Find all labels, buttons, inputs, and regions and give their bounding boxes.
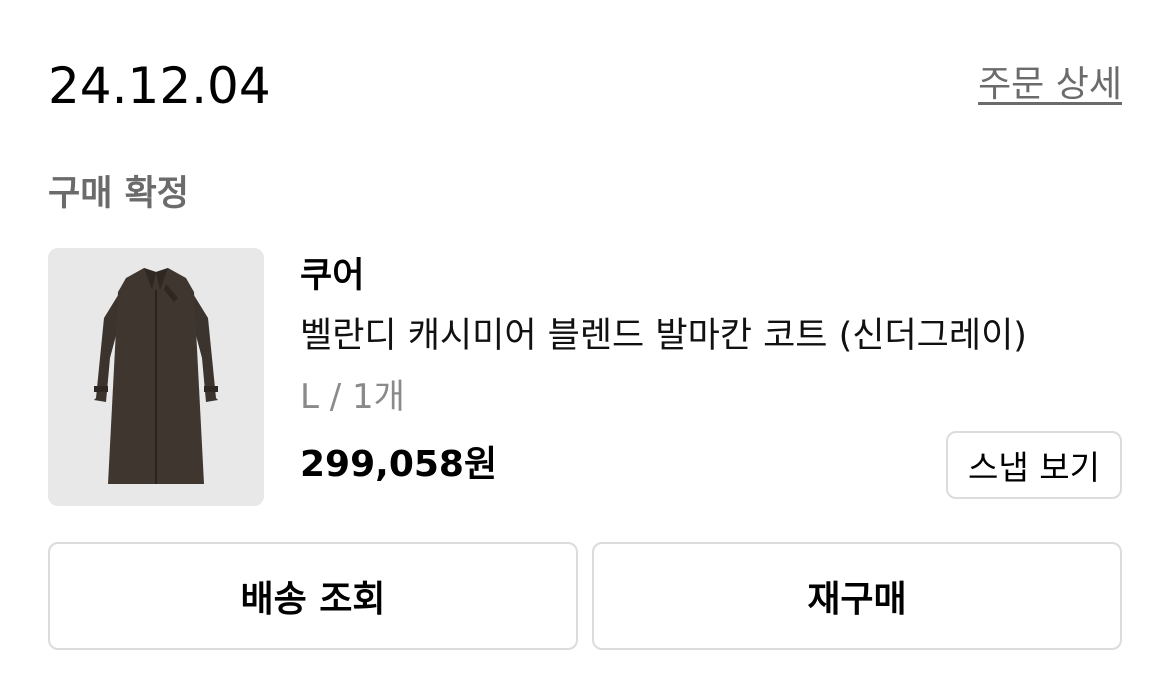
action-row: 배송 조회 재구매	[48, 542, 1122, 650]
product-image[interactable]	[48, 248, 264, 506]
product-name[interactable]: 벨란디 캐시미어 블렌드 발마칸 코트 (신더그레이)	[300, 312, 1027, 360]
order-status: 구매 확정	[48, 174, 189, 214]
snap-view-button[interactable]: 스냅 보기	[946, 431, 1122, 499]
reorder-button[interactable]: 재구매	[592, 542, 1122, 650]
coat-image	[48, 248, 264, 506]
brand-name[interactable]: 쿠어	[300, 252, 364, 300]
product-price: 299,058원	[300, 444, 498, 485]
order-card: 24.12.04 주문 상세 구매 확정 쿠어 벨란디 캐시미어 블렌드 발마칸…	[0, 0, 1170, 678]
order-date: 24.12.04	[48, 57, 271, 115]
product-option: L / 1개	[300, 377, 405, 417]
track-delivery-button[interactable]: 배송 조회	[48, 542, 578, 650]
order-detail-link[interactable]: 주문 상세	[978, 62, 1122, 108]
